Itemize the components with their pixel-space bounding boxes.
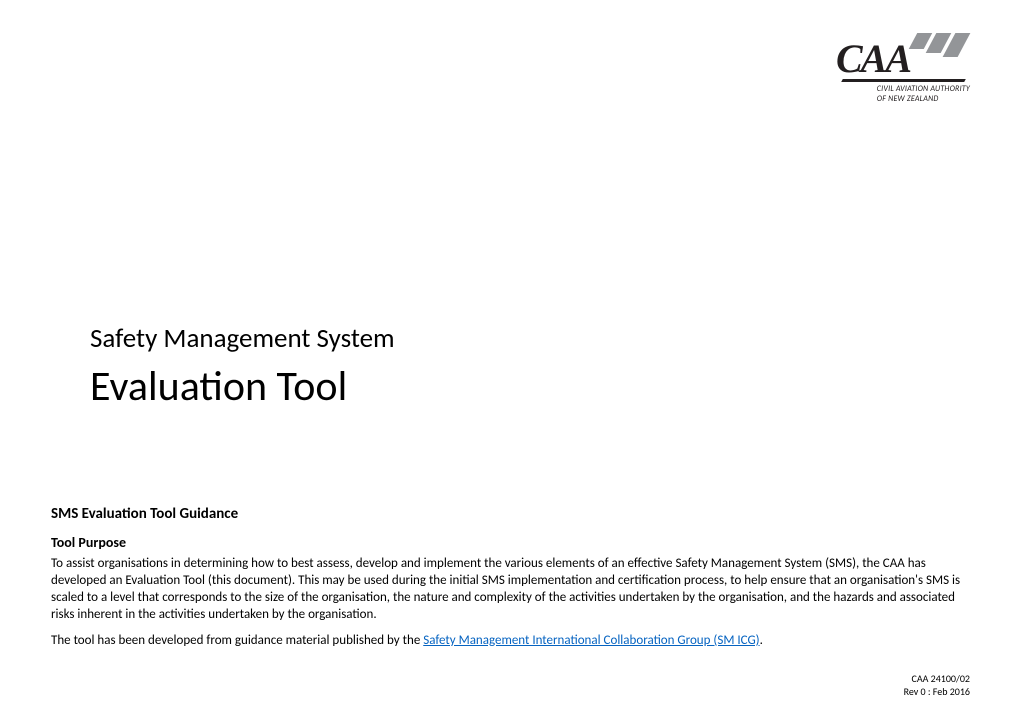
title-main: Evaluation Tool xyxy=(90,361,395,412)
logo-underline xyxy=(841,79,966,82)
title-block: Safety Management System Evaluation Tool xyxy=(90,322,395,412)
para2-suffix: . xyxy=(760,633,763,648)
logo-stripes-icon xyxy=(913,33,964,57)
logo-text: CAA xyxy=(836,39,910,79)
section-heading: SMS Evaluation Tool Guidance xyxy=(51,505,970,523)
footer: CAA 24100/02 Rev 0 : Feb 2016 xyxy=(904,672,970,698)
logo-subtitle: CIVIL AVIATION AUTHORITY OF NEW ZEALAND xyxy=(851,85,970,104)
logo-sub-line2: OF NEW ZEALAND xyxy=(877,94,939,104)
paragraph-1: To assist organisations in determining h… xyxy=(51,555,970,624)
para2-prefix: The tool has been developed from guidanc… xyxy=(51,633,423,648)
footer-rev: Rev 0 : Feb 2016 xyxy=(904,685,970,698)
document-page: CAA CIVIL AVIATION AUTHORITY OF NEW ZEAL… xyxy=(0,0,1020,720)
paragraph-2: The tool has been developed from guidanc… xyxy=(51,632,970,649)
logo-mark: CAA xyxy=(840,33,970,81)
caa-logo: CAA CIVIL AVIATION AUTHORITY OF NEW ZEAL… xyxy=(840,33,970,104)
title-supertitle: Safety Management System xyxy=(90,322,395,355)
body-content: SMS Evaluation Tool Guidance Tool Purpos… xyxy=(51,505,970,657)
sm-icg-link[interactable]: Safety Management International Collabor… xyxy=(423,633,759,648)
logo-sub-line1: CIVIL AVIATION AUTHORITY xyxy=(877,84,970,94)
footer-code: CAA 24100/02 xyxy=(904,672,970,685)
sub-heading: Tool Purpose xyxy=(51,534,970,551)
